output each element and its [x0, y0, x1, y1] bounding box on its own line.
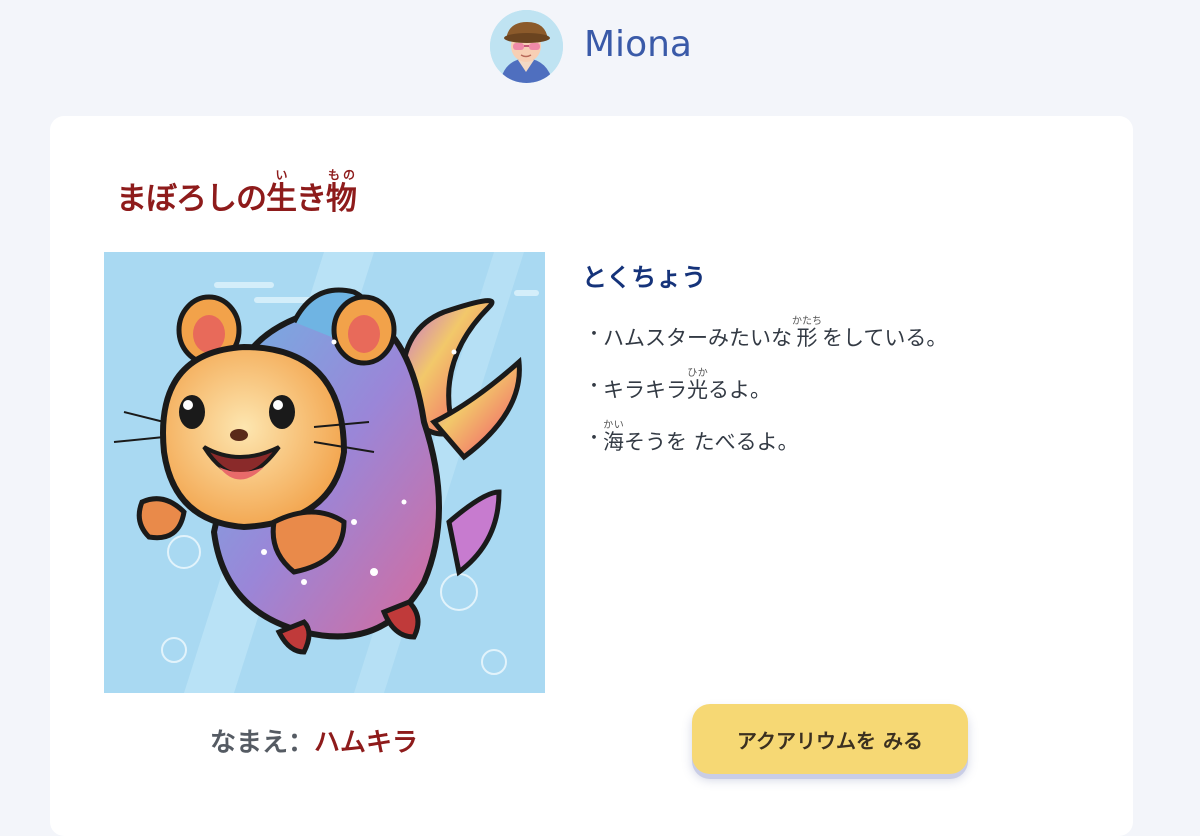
feature-kanji: 光	[687, 378, 708, 402]
feature-ruby: 光ひか	[687, 368, 708, 404]
feature-furigana: かたち	[792, 316, 822, 327]
title-kanji-1: 生	[266, 181, 297, 217]
title-text-1: まぼろしの	[116, 181, 267, 217]
bullet: ・	[585, 324, 603, 345]
title-kanji-2: 物	[326, 181, 357, 217]
features-heading: とくちょう	[582, 263, 707, 292]
user-avatar-icon[interactable]	[490, 10, 563, 83]
feature-text: そうを たべるよ。	[624, 430, 799, 454]
name-label: なまえ：	[210, 728, 315, 758]
bullet: ・	[585, 428, 603, 449]
feature-kanji: 海	[603, 430, 624, 454]
title-furigana-1: い	[266, 168, 297, 182]
feature-text: キラキラ	[603, 378, 687, 402]
feature-text: るよ。	[708, 378, 771, 402]
hamkira-creature-illustration	[104, 252, 545, 693]
list-item: ・ キラキラ 光ひか るよ。	[585, 352, 947, 404]
feature-text: ハムスターみたいな	[603, 326, 792, 350]
feature-text: をしている。	[822, 326, 948, 350]
feature-furigana: かい	[603, 420, 624, 431]
username: Miona	[584, 24, 692, 65]
name-value: ハムキラ	[314, 728, 419, 758]
feature-furigana: ひか	[687, 368, 708, 379]
bullet: ・	[585, 376, 603, 397]
feature-kanji: 形	[792, 326, 822, 350]
section-title: まぼろしの生いき物もの	[116, 168, 357, 218]
list-item: ・ ハムスターみたいな 形かたち をしている。	[585, 300, 947, 352]
title-ruby-2: 物もの	[326, 168, 357, 217]
title-ruby-1: 生い	[266, 168, 297, 217]
view-aquarium-button[interactable]: アクアリウムを みる	[692, 704, 968, 774]
feature-ruby: 形かたち	[792, 316, 822, 352]
title-text-2: き	[296, 181, 327, 217]
creature-name-row: なまえ：ハムキラ	[210, 722, 418, 759]
title-furigana-2: もの	[326, 168, 357, 182]
header: Miona	[0, 0, 1200, 100]
list-item: ・ 海かい そうを たべるよ。	[585, 404, 947, 456]
feature-ruby: 海かい	[603, 420, 624, 456]
feature-list: ・ ハムスターみたいな 形かたち をしている。 ・ キラキラ 光ひか るよ。 ・ 海かい…	[585, 300, 947, 456]
